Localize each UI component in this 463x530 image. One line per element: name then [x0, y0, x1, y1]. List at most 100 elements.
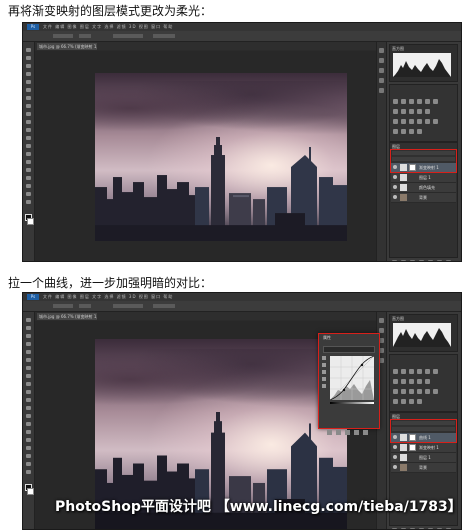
healing-tool-icon[interactable]: [26, 366, 31, 370]
brush-tool-icon[interactable]: [26, 104, 31, 108]
new-layer-icon[interactable]: [437, 260, 442, 261]
lasso-tool-icon[interactable]: [26, 64, 31, 68]
stamp-tool-icon[interactable]: [26, 112, 31, 116]
eye-icon[interactable]: [393, 195, 397, 199]
adjustment-icon[interactable]: [419, 260, 424, 261]
layer-name: 背景: [419, 195, 427, 200]
actions-icon[interactable]: [379, 58, 384, 63]
eye-icon[interactable]: [393, 185, 397, 189]
white-point-eyedropper-icon[interactable]: [322, 377, 326, 381]
gray-point-eyedropper-icon[interactable]: [322, 370, 326, 374]
paragraph-icon[interactable]: [379, 78, 384, 83]
histogram-title: 直方图: [392, 46, 404, 51]
view-previous-icon[interactable]: [336, 430, 341, 435]
brush-preset-icon[interactable]: [379, 88, 384, 93]
curves-properties-panel: 属性: [318, 333, 380, 435]
layer-thumbnail: [400, 184, 407, 191]
layer-row[interactable]: 颜色填充: [391, 183, 456, 193]
adjustments-panel: [389, 84, 458, 142]
visibility-icon[interactable]: [354, 430, 359, 435]
layer-row[interactable]: 背景: [391, 463, 456, 473]
black-point-eyedropper-icon[interactable]: [322, 363, 326, 367]
curves-tools: [322, 356, 327, 391]
layer-row[interactable]: 图层 1: [391, 173, 456, 183]
blur-tool-icon[interactable]: [26, 414, 31, 418]
lasso-tool-icon[interactable]: [26, 334, 31, 338]
pen-tool-icon[interactable]: [26, 160, 31, 164]
layer-name: 图层 1: [419, 175, 431, 180]
mask-icon[interactable]: [410, 260, 415, 261]
eye-icon[interactable]: [393, 465, 397, 469]
move-tool-icon[interactable]: [26, 318, 31, 322]
hand-tool-icon[interactable]: [26, 462, 31, 466]
background-color-swatch[interactable]: [27, 218, 34, 225]
marquee-tool-icon[interactable]: [26, 326, 31, 330]
brush-tool-icon[interactable]: [26, 374, 31, 378]
menu-items[interactable]: 文件 编辑 图像 图层 文字 选择 滤镜 3D 视图 窗口 帮助: [43, 24, 173, 30]
curves-preset-select[interactable]: [323, 346, 375, 353]
layer-row[interactable]: 背景: [391, 193, 456, 203]
history-brush-tool-icon[interactable]: [26, 390, 31, 394]
shape-tool-icon[interactable]: [26, 184, 31, 188]
menu-items[interactable]: 文件 编辑 图像 图层 文字 选择 滤镜 3D 视图 窗口 帮助: [43, 294, 173, 300]
path-select-tool-icon[interactable]: [26, 446, 31, 450]
skyline-image: [95, 136, 347, 241]
quick-select-tool-icon[interactable]: [26, 72, 31, 76]
layer-row[interactable]: 渐变映射 1: [391, 443, 456, 453]
dodge-tool-icon[interactable]: [26, 422, 31, 426]
eraser-tool-icon[interactable]: [26, 398, 31, 402]
history-icon[interactable]: [379, 318, 384, 323]
shape-tool-icon[interactable]: [26, 454, 31, 458]
text-tool-icon[interactable]: [26, 168, 31, 172]
dodge-tool-icon[interactable]: [26, 152, 31, 156]
stamp-tool-icon[interactable]: [26, 382, 31, 386]
link-icon[interactable]: [392, 260, 397, 261]
document-tab[interactable]: 城市.jpg @ 66.7% (渐变映射 1, 图层蒙版/8): [37, 43, 97, 50]
zoom-tool-icon[interactable]: [26, 470, 31, 474]
layer-name: 图层 1: [419, 455, 431, 460]
path-select-tool-icon[interactable]: [26, 176, 31, 180]
move-tool-icon[interactable]: [26, 48, 31, 52]
zoom-tool-icon[interactable]: [26, 200, 31, 204]
options-bar[interactable]: [23, 31, 461, 42]
gradient-tool-icon[interactable]: [26, 136, 31, 140]
pen-tool-icon[interactable]: [26, 430, 31, 434]
folder-icon[interactable]: [428, 260, 433, 261]
options-bar[interactable]: [23, 301, 461, 312]
eyedropper-tool-icon[interactable]: [26, 358, 31, 362]
curves-gradient-bar: [330, 402, 374, 404]
properties-bottom-bar: [327, 420, 375, 435]
target-adjust-icon[interactable]: [322, 356, 326, 360]
text-tool-icon[interactable]: [26, 438, 31, 442]
history-brush-tool-icon[interactable]: [26, 120, 31, 124]
eye-icon[interactable]: [393, 455, 397, 459]
eye-icon[interactable]: [393, 445, 397, 449]
blur-tool-icon[interactable]: [26, 144, 31, 148]
character-icon[interactable]: [379, 68, 384, 73]
right-panel-dock: 直方图 图层 渐变映射 1 图层 1 颜色填充 背景: [376, 42, 461, 261]
clip-icon[interactable]: [327, 430, 332, 435]
crop-tool-icon[interactable]: [26, 350, 31, 354]
trash-icon[interactable]: [446, 260, 451, 261]
background-color-swatch[interactable]: [27, 488, 34, 495]
trash-icon[interactable]: [363, 430, 368, 435]
curves-graph[interactable]: [330, 356, 374, 400]
healing-tool-icon[interactable]: [26, 96, 31, 100]
hand-tool-icon[interactable]: [26, 192, 31, 196]
history-icon[interactable]: [379, 48, 384, 53]
gradient-tool-icon[interactable]: [26, 406, 31, 410]
document-tab[interactable]: 城市.jpg @ 66.7% (渐变映射 1, 图层蒙版/8): [37, 313, 97, 320]
crop-tool-icon[interactable]: [26, 80, 31, 84]
reset-icon[interactable]: [345, 430, 350, 435]
eye-icon[interactable]: [393, 175, 397, 179]
layer-thumbnail: [400, 444, 407, 451]
marquee-tool-icon[interactable]: [26, 56, 31, 60]
pencil-icon[interactable]: [322, 384, 326, 388]
layer-row[interactable]: 图层 1: [391, 453, 456, 463]
document-tab-bar: 城市.jpg @ 66.7% (渐变映射 1, 图层蒙版/8): [35, 312, 377, 320]
fx-icon[interactable]: [401, 260, 406, 261]
properties-title: 属性: [323, 335, 331, 340]
eyedropper-tool-icon[interactable]: [26, 88, 31, 92]
quick-select-tool-icon[interactable]: [26, 342, 31, 346]
eraser-tool-icon[interactable]: [26, 128, 31, 132]
